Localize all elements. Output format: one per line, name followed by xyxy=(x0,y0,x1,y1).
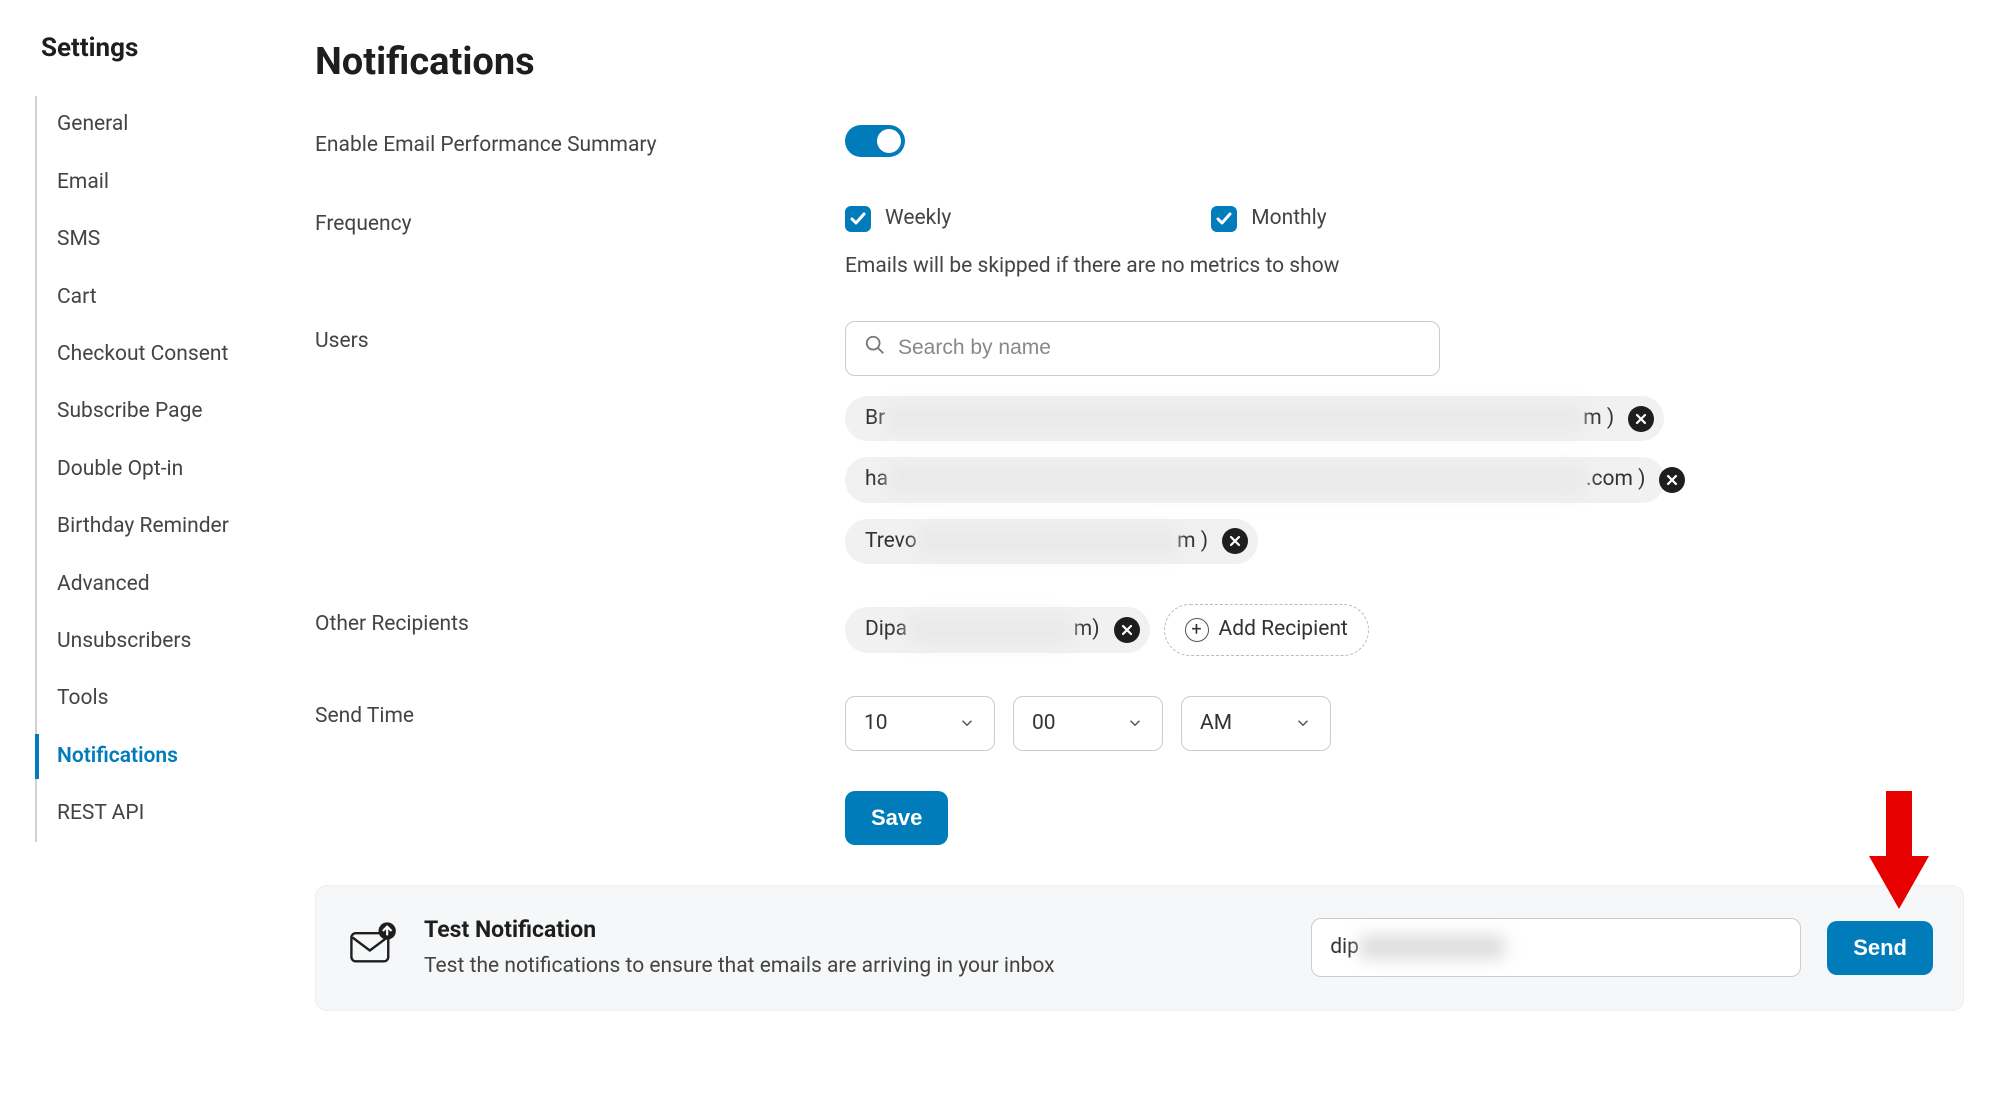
label-send-time: Send Time xyxy=(315,696,845,731)
select-minute-value: 00 xyxy=(1032,709,1056,738)
sidebar-item-subscribe-page[interactable]: Subscribe Page xyxy=(37,383,285,440)
remove-user-icon[interactable] xyxy=(1222,528,1248,554)
checkbox-monthly[interactable]: Monthly xyxy=(1211,204,1326,233)
settings-sidebar: Settings General Email SMS Cart Checkout… xyxy=(35,30,285,1011)
sidebar-item-unsubscribers[interactable]: Unsubscribers xyxy=(37,613,285,670)
sidebar-item-rest-api[interactable]: REST API xyxy=(37,785,285,842)
recipient-pill: Dipaxxxxxxxxxxxxxxxxm) xyxy=(845,607,1150,652)
sidebar-item-email[interactable]: Email xyxy=(37,154,285,211)
remove-recipient-icon[interactable] xyxy=(1114,617,1140,643)
chevron-down-icon xyxy=(958,714,976,732)
user-pill: Trevoxxxxxxxxxxxxxxxxxxxxxxxxxm ) xyxy=(845,519,1258,564)
sidebar-item-sms[interactable]: SMS xyxy=(37,211,285,268)
save-button[interactable]: Save xyxy=(845,791,948,845)
sidebar-nav: General Email SMS Cart Checkout Consent … xyxy=(35,96,285,842)
toggle-enable-summary[interactable] xyxy=(845,125,905,157)
checkbox-weekly-label: Weekly xyxy=(885,204,951,233)
page-title: Notifications xyxy=(315,36,1964,89)
label-other-recipients: Other Recipients xyxy=(315,604,845,639)
sidebar-item-checkout-consent[interactable]: Checkout Consent xyxy=(37,326,285,383)
sidebar-item-advanced[interactable]: Advanced xyxy=(37,556,285,613)
user-pill: Brxxxxxxxxxxxxxxxxxxxxxxxxxxxxxxxxxxxxxx… xyxy=(845,396,1664,441)
checkbox-weekly[interactable]: Weekly xyxy=(845,204,951,233)
sidebar-item-notifications[interactable]: Notifications xyxy=(37,728,285,785)
main-content: Notifications Enable Email Performance S… xyxy=(315,30,1964,1011)
sidebar-item-cart[interactable]: Cart xyxy=(37,269,285,326)
chevron-down-icon xyxy=(1294,714,1312,732)
sidebar-item-double-opt-in[interactable]: Double Opt-in xyxy=(37,441,285,498)
select-hour-value: 10 xyxy=(864,709,888,738)
add-recipient-button[interactable]: + Add Recipient xyxy=(1164,604,1369,655)
select-ampm[interactable]: AM xyxy=(1181,696,1331,751)
send-test-button[interactable]: Send xyxy=(1827,921,1933,975)
add-recipient-label: Add Recipient xyxy=(1219,615,1348,644)
test-email-input[interactable]: dipxxxxxxxxxxxxxx xyxy=(1311,918,1801,977)
test-panel-description: Test the notifications to ensure that em… xyxy=(424,952,1055,981)
sidebar-item-tools[interactable]: Tools xyxy=(37,670,285,727)
user-pill: haxxxxxxxxxxxxxxxxxxxxxxxxxxxxxxxxxxxxxx… xyxy=(845,457,1665,502)
check-icon xyxy=(845,206,871,232)
users-search-input[interactable] xyxy=(898,336,1421,360)
sidebar-item-birthday-reminder[interactable]: Birthday Reminder xyxy=(37,498,285,555)
sidebar-item-general[interactable]: General xyxy=(37,96,285,153)
label-frequency: Frequency xyxy=(315,204,845,239)
test-panel-title: Test Notification xyxy=(424,914,1055,946)
select-minute[interactable]: 00 xyxy=(1013,696,1163,751)
remove-user-icon[interactable] xyxy=(1628,406,1654,432)
label-enable-summary: Enable Email Performance Summary xyxy=(315,125,845,160)
test-notification-panel: Test Notification Test the notifications… xyxy=(315,885,1964,1011)
users-search[interactable] xyxy=(845,321,1440,376)
mail-send-icon xyxy=(346,918,398,977)
select-hour[interactable]: 10 xyxy=(845,696,995,751)
search-icon xyxy=(864,334,886,363)
sidebar-title: Settings xyxy=(35,30,285,66)
check-icon xyxy=(1211,206,1237,232)
label-users: Users xyxy=(315,321,845,356)
remove-user-icon[interactable] xyxy=(1659,467,1685,493)
frequency-helper-text: Emails will be skipped if there are no m… xyxy=(845,252,1964,281)
chevron-down-icon xyxy=(1126,714,1144,732)
checkbox-monthly-label: Monthly xyxy=(1251,204,1326,233)
select-ampm-value: AM xyxy=(1200,709,1232,738)
plus-icon: + xyxy=(1185,618,1209,642)
